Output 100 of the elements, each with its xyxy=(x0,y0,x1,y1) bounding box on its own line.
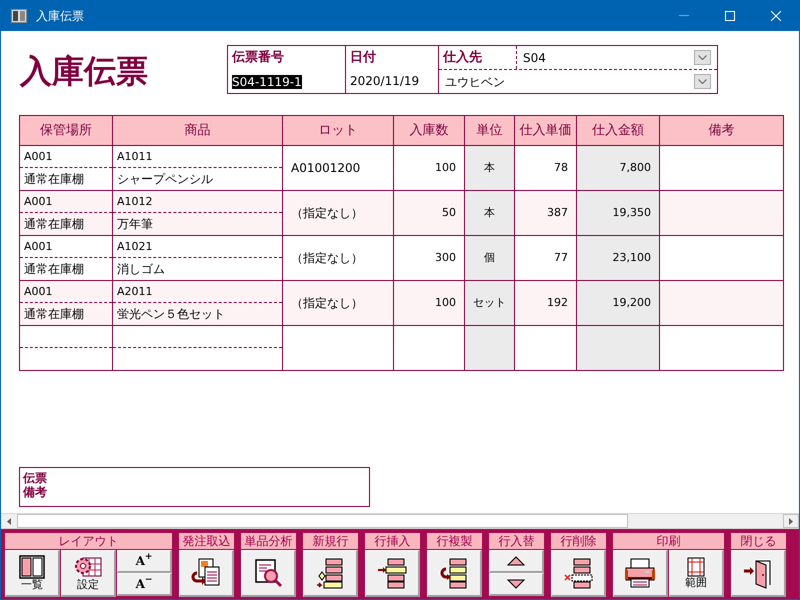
column-header: 仕入単価 xyxy=(515,116,577,146)
table-cell: 本 xyxy=(465,191,515,236)
toolbar-button[interactable] xyxy=(365,550,420,597)
toolbar-button[interactable] xyxy=(427,550,482,597)
table-cell: A001 xyxy=(20,281,112,303)
table-cell: 23,100 xyxy=(577,236,660,281)
supplier-name-dropdown[interactable]: ユウヒベン xyxy=(439,70,717,93)
table-cell: 77 xyxy=(515,236,577,281)
close-icon xyxy=(771,10,781,20)
toolbar-button[interactable] xyxy=(551,550,606,597)
table-cell: 192 xyxy=(515,281,577,326)
dropdown-button[interactable] xyxy=(694,50,711,65)
left-arrow-icon xyxy=(7,518,11,524)
group-label: レイアウト xyxy=(5,533,172,549)
field-label: 伝票 xyxy=(23,471,47,485)
table-cell xyxy=(465,326,515,371)
down-triangle-icon xyxy=(507,579,525,589)
table-cell: （指定なし） xyxy=(283,281,394,326)
layout-icon xyxy=(19,555,45,579)
table-cell: A1021 xyxy=(113,236,282,258)
maximize-icon xyxy=(725,10,735,20)
group-label: 新規行 xyxy=(303,533,358,549)
right-arrow-icon xyxy=(789,518,793,524)
page-grid-icon xyxy=(687,557,705,577)
column-header: 入庫数 xyxy=(394,116,465,146)
toolbar-button[interactable]: 一覧 xyxy=(5,550,60,597)
table-cell-text: シャープペンシル xyxy=(116,171,214,188)
scrollbar-thumb[interactable] xyxy=(17,514,628,528)
move-up-button[interactable] xyxy=(489,550,544,573)
column-header: 仕入金額 xyxy=(577,116,660,146)
toolbar-button[interactable] xyxy=(241,550,296,597)
form-heading: 入庫伝票 xyxy=(20,51,149,91)
table-cell-text: 万年筆 xyxy=(116,216,154,233)
toolbar-button[interactable] xyxy=(731,550,786,597)
move-down-button[interactable] xyxy=(489,573,544,596)
table-cell: 19,350 xyxy=(577,191,660,236)
minimize-icon xyxy=(679,15,689,16)
table-cell: （指定なし） xyxy=(283,236,394,281)
slip-note-field[interactable]: 伝票 備考 xyxy=(19,467,370,507)
field-label: 日付 xyxy=(349,49,377,67)
group-label: 単品分析 xyxy=(241,533,296,549)
table-cell: 78 xyxy=(515,146,577,191)
table-cell: 7,800 xyxy=(577,146,660,191)
slip-number-field[interactable]: S04-1119-1 xyxy=(228,70,345,93)
table-cell: 19,200 xyxy=(577,281,660,326)
field-label: 伝票番号 xyxy=(230,49,285,67)
table-cell-text: 通常在庫棚 xyxy=(23,216,85,233)
toolbar-button[interactable]: 設定 xyxy=(61,550,116,597)
printer-icon xyxy=(624,558,656,588)
date-field[interactable]: 2020/11/19 xyxy=(346,70,438,93)
table-cell: 100 xyxy=(394,281,465,326)
column-header: 保管場所 xyxy=(20,116,113,146)
chevron-down-icon xyxy=(698,55,707,60)
table-cell: A1012 xyxy=(113,191,282,213)
group-label: 発注取込 xyxy=(179,533,234,549)
app-icon xyxy=(11,8,27,22)
table-cell: A2011 xyxy=(113,281,282,303)
table-cell: 本 xyxy=(465,146,515,191)
table-cell: A01001200 xyxy=(283,146,394,191)
rows-icon xyxy=(376,557,408,589)
horizontal-scrollbar[interactable] xyxy=(1,513,799,529)
table-cell-text: 蛍光ペン５色セット xyxy=(116,306,226,323)
window-title: 入庫伝票 xyxy=(36,8,84,24)
table-cell: A001 xyxy=(20,236,112,258)
column-header: 商品 xyxy=(113,116,283,146)
table-cell xyxy=(394,326,465,371)
rows-icon xyxy=(562,557,594,589)
supplier-code-dropdown[interactable]: S04 xyxy=(517,46,717,69)
group-label: 行複製 xyxy=(427,533,482,549)
field-label: 仕入先 xyxy=(439,46,517,69)
table-cell: 387 xyxy=(515,191,577,236)
chevron-down-icon xyxy=(698,79,707,84)
group-label: 閉じる xyxy=(731,533,786,549)
table-cell: 300 xyxy=(394,236,465,281)
group-label: 行削除 xyxy=(551,533,606,549)
field-label: 備考 xyxy=(23,485,47,499)
table-cell-text: 消しゴム xyxy=(116,261,166,278)
scroll-right-button[interactable] xyxy=(783,514,799,528)
table-cell-text: 通常在庫棚 xyxy=(23,261,85,278)
table-cell-text: 通常在庫棚 xyxy=(23,171,85,188)
table-cell: 50 xyxy=(394,191,465,236)
group-label: 行入替 xyxy=(489,533,544,549)
table-cell: 個 xyxy=(465,236,515,281)
column-header: 備考 xyxy=(660,116,784,146)
table-cell: A001 xyxy=(20,146,112,168)
toolbar-button[interactable] xyxy=(613,550,668,597)
table-cell: セット xyxy=(465,281,515,326)
up-triangle-icon xyxy=(507,556,525,566)
toolbar-button[interactable] xyxy=(179,550,234,597)
dropdown-button[interactable] xyxy=(694,74,711,89)
table-cell: A1011 xyxy=(113,146,282,168)
toolbar-button[interactable]: 範囲 xyxy=(669,550,724,597)
table-cell-text: 通常在庫棚 xyxy=(23,306,85,323)
font-size-button[interactable]: A$^{+}$ xyxy=(117,550,172,573)
table-cell: A001 xyxy=(20,191,112,213)
table-cell xyxy=(515,326,577,371)
font-size-button[interactable]: A$^{−}$ xyxy=(117,573,172,596)
table-cell: （指定なし） xyxy=(283,191,394,236)
toolbar-button[interactable] xyxy=(303,550,358,597)
gear-icon xyxy=(73,555,103,579)
